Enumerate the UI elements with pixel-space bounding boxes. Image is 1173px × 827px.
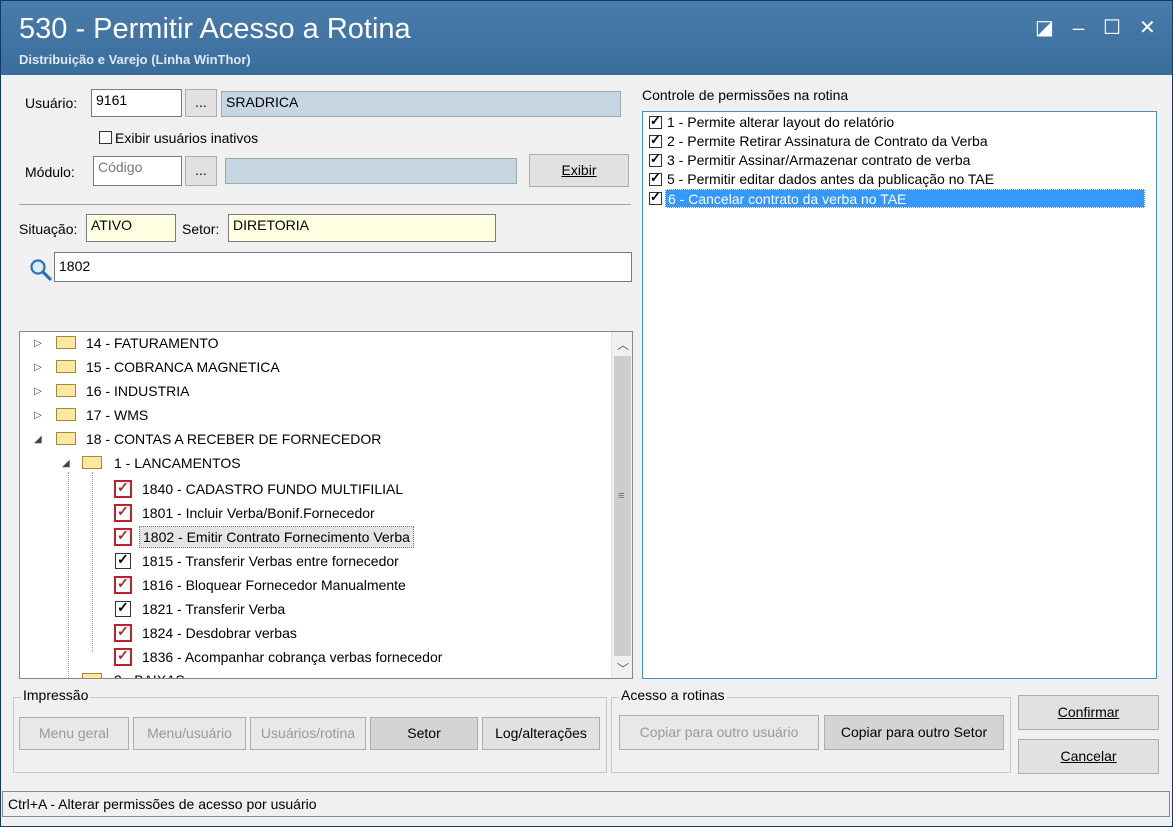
permission-label: 3 - Permitir Assinar/Armazenar contrato … [667,152,971,168]
folder-icon [56,432,76,445]
permissions-list[interactable]: 1 - Permite alterar layout do relatório … [642,111,1157,679]
situation-label: Situação: [19,221,78,237]
expand-arrow-icon[interactable]: ▷ [34,338,42,349]
main-window: 530 - Permitir Acesso a Rotina Distribui… [0,0,1173,827]
minimize-button[interactable]: _ [1073,9,1084,32]
situation-field: ATIVO [86,214,176,242]
sector-label: Setor: [182,221,220,237]
routine-checkbox[interactable] [115,599,131,617]
inactive-users-checkbox[interactable] [99,131,112,144]
restore-icon[interactable]: ◪ [1035,15,1054,40]
scroll-down-icon[interactable]: ﹀ [617,660,629,677]
close-button[interactable]: ✕ [1139,15,1156,40]
routine-checkbox[interactable] [114,503,132,522]
tree-node-label: 1 - LANCAMENTOS [114,455,241,471]
routine-tree[interactable]: ▷ 14 - FATURAMENTO ▷ 15 - COBRANCA MAGNE… [19,331,633,679]
permission-label: 5 - Permitir editar dados antes da publi… [667,171,995,187]
search-icon [30,259,52,281]
tree-node-label: 17 - WMS [86,407,149,423]
routine-label: 1836 - Acompanhar cobrança verbas fornec… [142,649,443,665]
module-label: Módulo: [25,164,75,180]
window-title: 530 - Permitir Acesso a Rotina [19,13,411,45]
tree-scrollbar[interactable]: ︿ ≡ ﹀ [611,332,632,678]
maximize-button[interactable]: ☐ [1103,15,1121,40]
module-name-field [225,158,517,184]
scroll-up-icon[interactable]: ︿ [617,336,629,353]
routine-checkbox[interactable] [115,551,131,569]
sector-button[interactable]: Setor [370,717,478,750]
routine-checkbox[interactable] [114,647,132,666]
permissions-title: Controle de permissões na rotina [642,87,849,103]
permission-label: 1 - Permite alterar layout do relatório [667,114,895,130]
permission-checkbox[interactable] [649,170,662,186]
folder-icon [56,336,76,349]
tree-node-label: 14 - FATURAMENTO [86,335,219,351]
expand-arrow-icon[interactable]: ▷ [34,410,42,421]
user-lookup-button[interactable]: ... [185,89,217,117]
expand-arrow-icon[interactable]: ▷ [34,386,42,397]
permission-label: 2 - Permite Retirar Assinatura de Contra… [667,133,988,149]
tree-guide-line [68,472,69,678]
confirm-button[interactable]: Confirmar [1018,695,1159,730]
routine-checkbox[interactable] [114,527,132,546]
confirm-button-label: Confirmar [1057,704,1120,720]
user-label: Usuário: [25,95,78,111]
tree-guide-line [92,472,93,652]
permission-checkbox[interactable] [649,151,662,167]
routine-label: 1840 - CADASTRO FUNDO MULTIFILIAL [142,481,404,497]
collapse-arrow-icon[interactable]: ◢ [34,434,42,445]
routine-checkbox[interactable] [114,575,132,594]
printing-group-title: Impressão [21,687,91,703]
user-name-field: SRADRICA [221,91,621,117]
routine-label: 1824 - Desdobrar verbas [142,625,297,641]
module-lookup-button[interactable]: ... [185,156,217,186]
routine-label: 1815 - Transferir Verbas entre fornecedo… [142,553,399,569]
routine-checkbox[interactable] [114,623,132,642]
tree-node-label: 18 - CONTAS A RECEBER DE FORNECEDOR [86,431,382,447]
permission-checkbox[interactable] [649,113,662,129]
inactive-users-label: Exibir usuários inativos [115,130,259,146]
folder-icon [82,456,102,469]
folder-icon [56,360,76,373]
permission-checkbox[interactable] [649,189,662,205]
grip-icon: ≡ [618,490,625,502]
user-code-input[interactable]: 9161 [91,89,182,117]
module-code-input[interactable]: Código [93,156,182,186]
tree-node-label: 2 - BAIXAS [114,669,185,678]
menu-user-button[interactable]: Menu/usuário [133,717,246,750]
tree-node-label: 16 - INDUSTRIA [86,383,190,399]
separator [19,204,631,205]
folder-icon [82,673,102,678]
routine-label: 1801 - Incluir Verba/Bonif.Fornecedor [142,505,375,521]
client-area: Usuário: 9161 ... SRADRICA Exibir usuári… [9,75,1165,788]
log-changes-button[interactable]: Log/alterações [482,717,600,750]
sector-field: DIRETORIA [228,214,496,242]
copy-to-user-button[interactable]: Copiar para outro usuário [619,715,819,750]
routine-label-selected: 1802 - Emitir Contrato Fornecimento Verb… [139,526,414,548]
routine-checkbox[interactable] [114,479,132,498]
routine-search-input[interactable]: 1802 [54,252,632,282]
status-bar: Ctrl+A - Alterar permissões de acesso po… [2,791,1170,817]
permission-label-selected: 6 - Cancelar contrato da verba no TAE [665,189,1145,208]
folder-icon [56,408,76,421]
collapse-arrow-icon[interactable]: ◢ [62,458,70,469]
menu-general-button[interactable]: Menu geral [19,717,129,750]
tree-node-label: 15 - COBRANCA MAGNETICA [86,359,280,375]
expand-arrow-icon[interactable]: ▷ [34,362,42,373]
window-subtitle: Distribuição e Varejo (Linha WinThor) [19,52,251,67]
title-bar[interactable]: 530 - Permitir Acesso a Rotina Distribui… [1,1,1172,75]
copy-to-sector-button[interactable]: Copiar para outro Setor [824,715,1004,750]
access-group-title: Acesso a rotinas [619,687,727,703]
permission-checkbox[interactable] [649,132,662,148]
show-button-label: Exibir [561,162,597,178]
routine-label: 1821 - Transferir Verba [142,601,286,617]
users-routine-button[interactable]: Usuários/rotina [250,717,366,750]
folder-icon [56,384,76,397]
routine-label: 1816 - Bloquear Fornecedor Manualmente [142,577,406,593]
scrollbar-thumb[interactable]: ≡ [614,356,631,656]
cancel-button[interactable]: Cancelar [1018,739,1159,774]
show-button[interactable]: Exibir [529,154,629,187]
cancel-button-label: Cancelar [1060,748,1117,764]
